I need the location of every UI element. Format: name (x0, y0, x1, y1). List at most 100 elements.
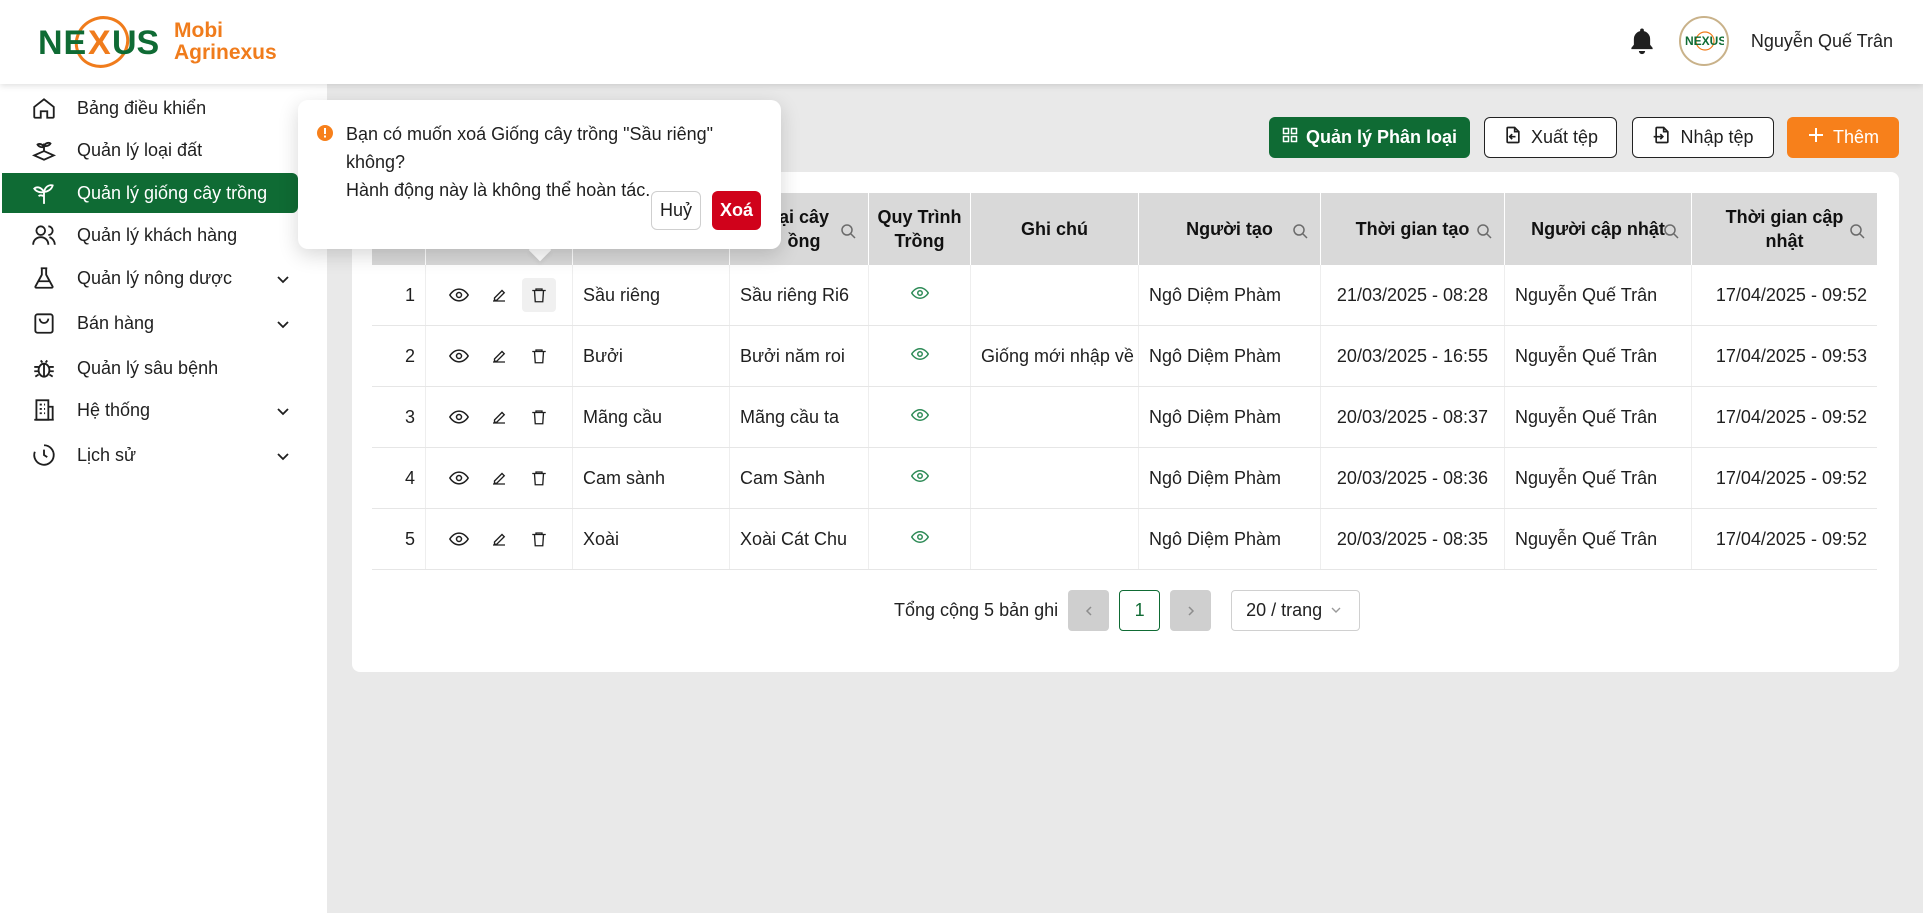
search-icon[interactable] (1663, 221, 1679, 239)
edit-button[interactable] (482, 461, 516, 495)
user-avatar[interactable]: NEXUS (1678, 16, 1729, 66)
sidebar-item-label: Bán hàng (77, 312, 155, 333)
chevron-down-icon[interactable] (276, 402, 290, 416)
svg-text:US: US (112, 24, 158, 62)
sidebar-item-soil[interactable]: Quản lý loại đất (2, 130, 298, 170)
row-note (971, 387, 1139, 447)
search-icon[interactable] (1849, 221, 1865, 239)
row-variety: Xoài Cát Chu (730, 509, 869, 569)
sidebar-item-label: Quản lý khách hàng (77, 224, 238, 245)
view-button[interactable] (442, 400, 476, 434)
table-row: 4 Cam sành Cam Sành Ngô Diệm Phàm 20/03/… (372, 448, 1877, 509)
view-process-icon[interactable] (910, 528, 929, 551)
pagination: Tổng cộng 5 bản ghi 1 20 / trang (894, 590, 1361, 631)
table-row: 1 Sầu riêng Sầu riêng Ri6 Ngô Diệm Phàm … (372, 265, 1877, 326)
view-process-icon[interactable] (910, 345, 929, 368)
row-name: Cam sành (573, 448, 730, 508)
edit-button[interactable] (482, 522, 516, 556)
view-button[interactable] (442, 522, 476, 556)
export-button[interactable]: Xuất tệp (1484, 117, 1617, 158)
view-process-icon[interactable] (910, 284, 929, 307)
delete-confirm-popover: Bạn có muốn xoá Giống cây trồng "Sầu riê… (298, 100, 781, 249)
page-size-select[interactable]: 20 / trang (1231, 590, 1361, 631)
search-icon[interactable] (1292, 221, 1308, 239)
row-name: Bưởi (573, 326, 730, 386)
chevron-down-icon[interactable] (276, 447, 290, 461)
row-process (869, 448, 971, 508)
delete-button[interactable] (522, 400, 556, 434)
row-created-at: 20/03/2025 - 08:36 (1321, 448, 1505, 508)
col-header-updated-at: Thời gian cập nhật (1692, 193, 1877, 265)
chevron-down-icon[interactable] (276, 270, 290, 284)
row-variety: Bưởi năm roi (730, 326, 869, 386)
category-management-button[interactable]: Quản lý Phân loại (1269, 117, 1470, 158)
view-process-icon[interactable] (910, 467, 929, 490)
row-creator: Ngô Diệm Phàm (1139, 509, 1321, 569)
col-header-updated-at-line2: nhật (1765, 231, 1804, 251)
row-actions (426, 387, 573, 447)
edit-button[interactable] (482, 339, 516, 373)
sidebar-item-history[interactable]: Lịch sử (2, 435, 298, 475)
next-page-button[interactable] (1170, 590, 1212, 631)
svg-text:NE: NE (38, 24, 87, 62)
top-header: NE X US Mobi Agrinexus NEXUS Nguyễn Quế … (0, 0, 1923, 84)
building-icon (30, 396, 58, 424)
sidebar-item-plant-varieties[interactable]: Quản lý giống cây trồng (2, 173, 298, 213)
confirm-delete-button[interactable]: Xoá (712, 191, 761, 230)
col-header-variety-line2: ồng (787, 231, 821, 251)
category-management-label: Quản lý Phân loại (1305, 127, 1458, 147)
search-icon[interactable] (1476, 221, 1492, 239)
row-creator: Ngô Diệm Phàm (1139, 448, 1321, 508)
sidebar-item-label: Lịch sử (77, 444, 137, 465)
col-header-process-line2: Trồng (894, 231, 945, 251)
bell-icon[interactable] (1627, 26, 1657, 56)
sidebar-item-pests[interactable]: Quản lý sâu bệnh (2, 348, 298, 388)
prev-page-button[interactable] (1068, 590, 1110, 631)
view-button[interactable] (442, 339, 476, 373)
row-name: Sầu riêng (573, 265, 730, 325)
delete-button[interactable] (522, 522, 556, 556)
add-button[interactable]: Thêm (1787, 117, 1899, 158)
row-note: Giống mới nhập về (971, 326, 1139, 386)
flask-icon (30, 264, 58, 292)
row-updater: Nguyễn Quế Trân (1505, 448, 1692, 508)
sidebar-item-label: Quản lý loại đất (77, 139, 203, 160)
row-updater: Nguyễn Quế Trân (1505, 265, 1692, 325)
import-label: Nhập tệp (1680, 127, 1754, 147)
view-button[interactable] (442, 461, 476, 495)
users-icon (30, 221, 58, 249)
page-button-current[interactable]: 1 (1119, 590, 1161, 631)
sidebar-item-customers[interactable]: Quản lý khách hàng (2, 215, 298, 255)
delete-button[interactable] (522, 278, 556, 312)
row-creator: Ngô Diệm Phàm (1139, 387, 1321, 447)
row-updated-at: 17/04/2025 - 09:53 (1715, 345, 1867, 366)
col-header-process: Quy Trình Trồng (869, 193, 971, 265)
sidebar-item-dashboard[interactable]: Bảng điều khiển (2, 88, 298, 128)
col-header-variety-line1: ại cây (778, 207, 830, 227)
user-name[interactable]: Nguyễn Quế Trân (1751, 31, 1893, 52)
sidebar-item-pesticides[interactable]: Quản lý nông dược (2, 258, 298, 298)
chevron-down-icon[interactable] (276, 315, 290, 329)
row-created-at: 20/03/2025 - 08:35 (1321, 509, 1505, 569)
edit-button[interactable] (482, 400, 516, 434)
export-icon (1503, 125, 1523, 150)
sidebar-item-sales[interactable]: Bán hàng (2, 303, 298, 343)
edit-button[interactable] (482, 278, 516, 312)
table-row: 5 Xoài Xoài Cát Chu Ngô Diệm Phàm 20/03/… (372, 509, 1877, 570)
app-logo[interactable]: NE X US Mobi Agrinexus (36, 14, 277, 70)
delete-button[interactable] (522, 339, 556, 373)
import-button[interactable]: Nhập tệp (1632, 117, 1774, 158)
cancel-button[interactable]: Huỷ (651, 191, 701, 230)
table-row: 2 Bưởi Bưởi năm roi Giống mới nhập về Ng… (372, 326, 1877, 387)
search-icon[interactable] (840, 221, 856, 239)
view-button[interactable] (442, 278, 476, 312)
row-creator: Ngô Diệm Phàm (1139, 265, 1321, 325)
view-process-icon[interactable] (910, 406, 929, 429)
row-index: 2 (372, 326, 426, 386)
col-header-note: Ghi chú (971, 193, 1139, 265)
delete-button[interactable] (522, 461, 556, 495)
sidebar-item-system[interactable]: Hệ thống (2, 390, 298, 430)
row-note (971, 448, 1139, 508)
row-variety: Cam Sành (730, 448, 869, 508)
row-variety: Sầu riêng Ri6 (730, 265, 869, 325)
